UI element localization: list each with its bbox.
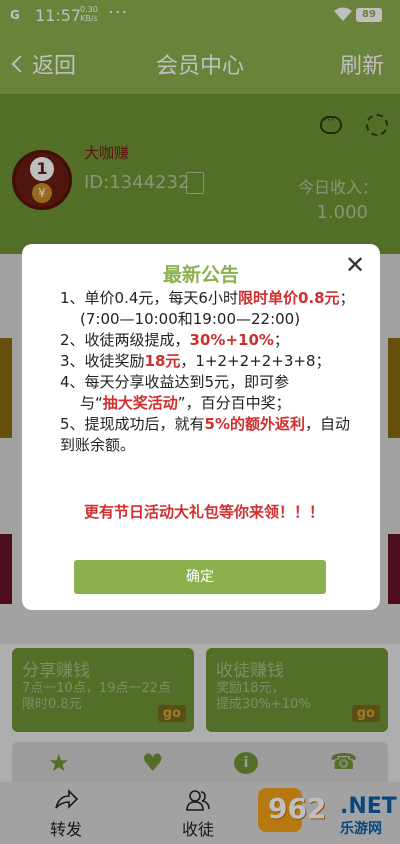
confirm-button[interactable]: 确定 — [74, 560, 326, 594]
announcement-item-4: 4、每天分享收益达到5元，即可参与“抽大奖活动”，百分百中奖； — [60, 372, 360, 414]
highlight-text: 抽大奖活动 — [102, 394, 178, 412]
text: 与“ — [80, 394, 103, 412]
text: ”，百分百中奖； — [177, 394, 291, 412]
text: 5、提现成功后，就有 — [60, 415, 205, 433]
announcement-body: 1、单价0.4元，每天6小时限时单价0.8元； (7:00—10:00和19:0… — [60, 288, 360, 456]
announcement-item-5: 5、提现成功后，就有5%的额外返利，自动到账余额。 — [60, 414, 360, 456]
highlight-text: 30%+10% — [189, 331, 274, 349]
text: 1、单价0.4元，每天6小时 — [60, 289, 238, 307]
text: ； — [273, 331, 289, 349]
text: ，1+2+2+2+3+8； — [180, 352, 331, 370]
text: 3、收徒奖励 — [60, 352, 145, 370]
text: ； — [339, 289, 355, 307]
highlight-text: 5%的额外返利 — [204, 415, 306, 433]
text: 4、每天分享收益达到5元，即可参 — [60, 373, 290, 391]
dialog-title: 最新公告 — [162, 264, 239, 286]
announcement-item-1: 1、单价0.4元，每天6小时限时单价0.8元； — [60, 288, 360, 309]
announcement-item-3: 3、收徒奖励18元，1+2+2+2+3+8； — [60, 351, 360, 372]
announcement-time-range: (7:00—10:00和19:00—22:00) — [80, 310, 301, 328]
announcement-dialog: ✕ 最新公告 1、单价0.4元，每天6小时限时单价0.8元； (7:00—10:… — [22, 244, 380, 610]
announcement-item-2: 2、收徒两级提成，30%+10%； — [60, 330, 360, 351]
highlight-text: 限时单价0.8元 — [237, 289, 340, 307]
highlight-text: 18元 — [144, 352, 181, 370]
promo-text: 更有节日活动大礼包等你来领！！！ — [84, 503, 325, 521]
text: 2、收徒两级提成， — [60, 331, 190, 349]
